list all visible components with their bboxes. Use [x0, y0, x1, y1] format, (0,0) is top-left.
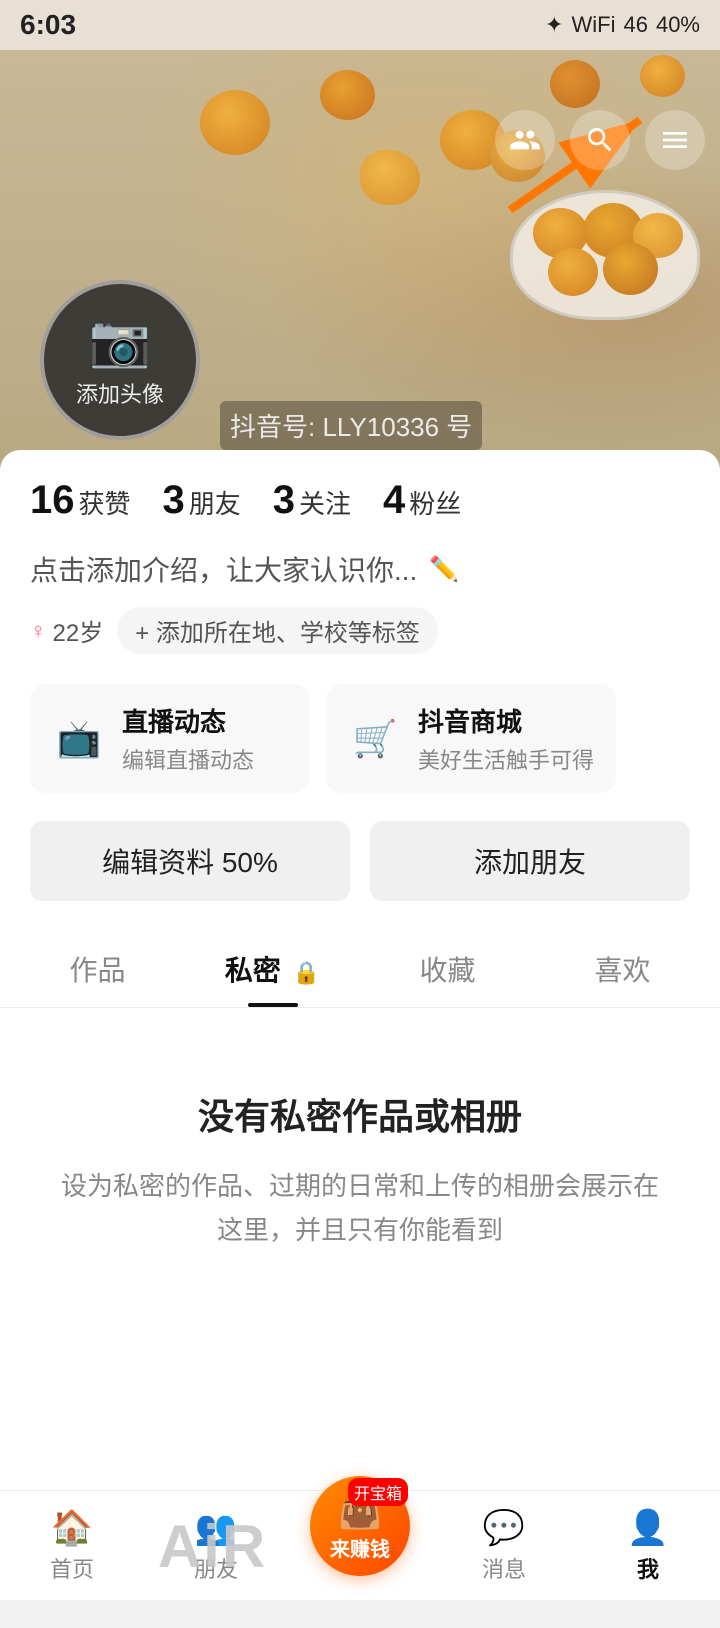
air-text: AiR: [158, 1512, 267, 1581]
edit-profile-button[interactable]: 编辑资料 50%: [30, 821, 350, 901]
fruit-decoration-1: [200, 90, 270, 155]
stat-following-label: 关注: [299, 484, 351, 521]
tab-works-label: 作品: [69, 955, 125, 986]
nav-profile-label: 我: [637, 1552, 659, 1584]
message-icon: 💬: [483, 1508, 525, 1548]
tab-private-label: 私密: [225, 955, 281, 986]
bottom-navigation: 🏠 首页 👥 朋友 开宝箱 👜 来赚钱 💬 消息 👤 我: [0, 1490, 720, 1600]
empty-desc: 设为私密的作品、过期的日常和上传的相册会展示在这里，并且只有你能看到: [60, 1164, 660, 1252]
empty-state: 没有私密作品或相册 设为私密的作品、过期的日常和上传的相册会展示在这里，并且只有…: [0, 1008, 720, 1508]
tab-likes-label: 喜欢: [594, 955, 650, 986]
stat-friends[interactable]: 3 朋友: [163, 480, 241, 521]
fruit-decoration-7: [640, 55, 685, 97]
signal-icon: 46: [623, 12, 647, 38]
bluetooth-icon: ✦: [545, 12, 563, 38]
add-friend-button[interactable]: 添加朋友: [370, 821, 690, 901]
battery-icon: 40%: [656, 12, 700, 38]
live-info: 直播动态 编辑直播动态: [122, 702, 254, 775]
empty-title: 没有私密作品或相册: [60, 1088, 660, 1140]
tags-row: ♀ 22岁 + 添加所在地、学校等标签: [30, 607, 690, 654]
fruit-decoration-5: [360, 150, 420, 205]
stat-following[interactable]: 3 关注: [273, 480, 351, 521]
status-icons: ✦ WiFi 46 40%: [545, 12, 700, 38]
earn-button[interactable]: 开宝箱 👜 来赚钱: [310, 1476, 410, 1576]
stat-likes-label: 获赞: [79, 484, 131, 521]
feature-card-live[interactable]: 📺 直播动态 编辑直播动态: [30, 684, 310, 793]
friends-button[interactable]: [495, 110, 555, 170]
live-subtitle: 编辑直播动态: [122, 743, 254, 775]
feature-card-shop[interactable]: 🛒 抖音商城 美好生活触手可得: [326, 684, 616, 793]
bio-text: 点击添加介绍，让大家认识你...: [30, 549, 417, 589]
profile-icon: 👤: [627, 1508, 669, 1548]
stat-likes-num: 16: [30, 480, 75, 520]
stat-likes[interactable]: 16 获赞: [30, 480, 131, 521]
air-watermark: AiR: [152, 1493, 273, 1600]
nav-home[interactable]: 🏠 首页: [0, 1508, 144, 1584]
stat-friends-num: 3: [163, 480, 185, 520]
nav-messages-label: 消息: [482, 1552, 526, 1584]
profile-section: 16 获赞 3 朋友 3 关注 4 粉丝 点击添加介绍，让大家认识你... ✏️…: [0, 450, 720, 1008]
fruit-decoration-4: [550, 60, 600, 108]
tab-collect[interactable]: 收藏: [360, 931, 535, 1007]
live-icon: 📺: [52, 712, 106, 766]
tab-works[interactable]: 作品: [10, 931, 185, 1007]
feature-cards-row: 📺 直播动态 编辑直播动态 🛒 抖音商城 美好生活触手可得: [30, 684, 690, 793]
live-title: 直播动态: [122, 702, 254, 739]
add-tags-button[interactable]: + 添加所在地、学校等标签: [117, 607, 438, 654]
header-actions: [495, 110, 705, 170]
lock-icon: 🔒: [293, 960, 320, 985]
profile-tabs: 作品 私密 🔒 收藏 喜欢: [0, 931, 720, 1008]
bowl-fruit-5: [603, 243, 658, 295]
username-area: 抖音号: LLY10336 号: [220, 401, 710, 450]
stat-followers-num: 4: [383, 480, 405, 520]
home-icon: 🏠: [51, 1508, 93, 1548]
female-icon: ♀: [30, 618, 47, 644]
nav-profile[interactable]: 👤 我: [576, 1508, 720, 1584]
action-buttons-row: 编辑资料 50% 添加朋友: [30, 821, 690, 901]
shop-title: 抖音商城: [418, 702, 594, 739]
stat-followers[interactable]: 4 粉丝: [383, 480, 461, 521]
tab-private[interactable]: 私密 🔒: [185, 931, 360, 1007]
stat-following-num: 3: [273, 480, 295, 520]
stat-friends-label: 朋友: [189, 484, 241, 521]
avatar-label: 添加头像: [76, 377, 164, 409]
camera-icon: 📷: [89, 312, 151, 371]
bio-edit-icon[interactable]: ✏️: [429, 555, 459, 584]
tag-gender-age: ♀ 22岁: [30, 613, 103, 648]
status-time: 6:03: [20, 9, 76, 41]
bowl-fruit-4: [548, 248, 598, 296]
nav-center-earn[interactable]: 开宝箱 👜 来赚钱: [288, 1516, 432, 1576]
nav-messages[interactable]: 💬 消息: [432, 1508, 576, 1584]
bio-row[interactable]: 点击添加介绍，让大家认识你... ✏️: [30, 549, 690, 589]
add-tags-label: + 添加所在地、学校等标签: [135, 620, 420, 647]
avatar-area[interactable]: 📷 添加头像: [40, 280, 200, 440]
stats-row: 16 获赞 3 朋友 3 关注 4 粉丝: [30, 480, 690, 521]
stat-followers-label: 粉丝: [409, 484, 461, 521]
search-button[interactable]: [570, 110, 630, 170]
profile-banner: 📷 添加头像 抖音号: LLY10336 号: [0, 50, 720, 470]
avatar-circle[interactable]: 📷 添加头像: [40, 280, 200, 440]
nav-home-label: 首页: [50, 1552, 94, 1584]
username-text: 抖音号: LLY10336 号: [220, 401, 482, 450]
age-text: 22岁: [53, 613, 104, 648]
tab-likes[interactable]: 喜欢: [535, 931, 710, 1007]
earn-label: 来赚钱: [330, 1533, 390, 1562]
earn-badge: 开宝箱: [348, 1478, 408, 1506]
wifi-icon: WiFi: [571, 12, 615, 38]
status-bar: 6:03 ✦ WiFi 46 40%: [0, 0, 720, 50]
menu-button[interactable]: [645, 110, 705, 170]
shop-subtitle: 美好生活触手可得: [418, 743, 594, 775]
tab-collect-label: 收藏: [419, 955, 475, 986]
shop-icon: 🛒: [348, 712, 402, 766]
fruit-bowl: [510, 190, 700, 320]
fruit-decoration-2: [320, 70, 375, 120]
shop-info: 抖音商城 美好生活触手可得: [418, 702, 594, 775]
